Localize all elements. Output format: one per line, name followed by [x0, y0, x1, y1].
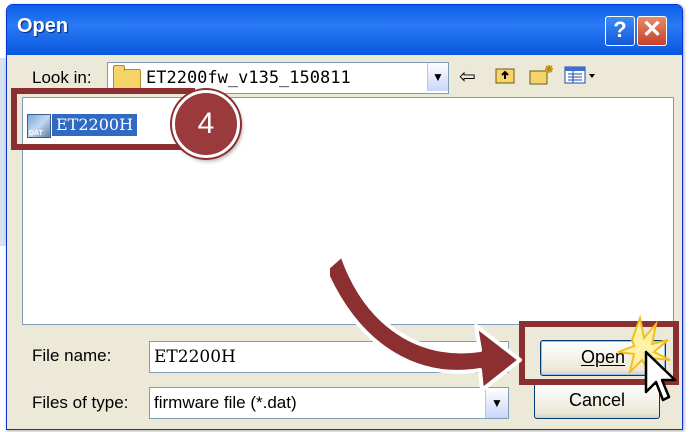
look-in-label: Look in: [32, 68, 92, 87]
file-name-label: File name: [32, 346, 112, 365]
files-of-type-dropdown[interactable]: firmware file (*.dat) ▼ [149, 387, 509, 419]
title-bar: Open ? ✕ [7, 5, 682, 55]
step-badge: 4 [172, 90, 240, 158]
file-highlight-box [11, 88, 195, 150]
click-burst-cursor-icon [617, 314, 677, 402]
chevron-down-icon[interactable]: ▼ [427, 63, 448, 91]
curved-arrow-icon [330, 253, 522, 390]
up-folder-icon[interactable] [493, 63, 517, 91]
dialog-title: Open [17, 15, 69, 37]
new-folder-icon[interactable] [527, 63, 555, 91]
look-in-value: ET2200fw_v135_150811 [146, 68, 351, 88]
chevron-down-icon[interactable]: ▼ [485, 388, 508, 418]
files-of-type-label: Files of type: [32, 393, 129, 412]
close-button[interactable]: ✕ [637, 16, 667, 46]
views-menu-icon[interactable] [563, 63, 599, 91]
files-of-type-value: firmware file (*.dat) [154, 393, 297, 412]
help-button[interactable]: ? [605, 16, 635, 46]
folder-icon [113, 65, 141, 89]
back-icon[interactable]: ⇦ [459, 63, 476, 91]
